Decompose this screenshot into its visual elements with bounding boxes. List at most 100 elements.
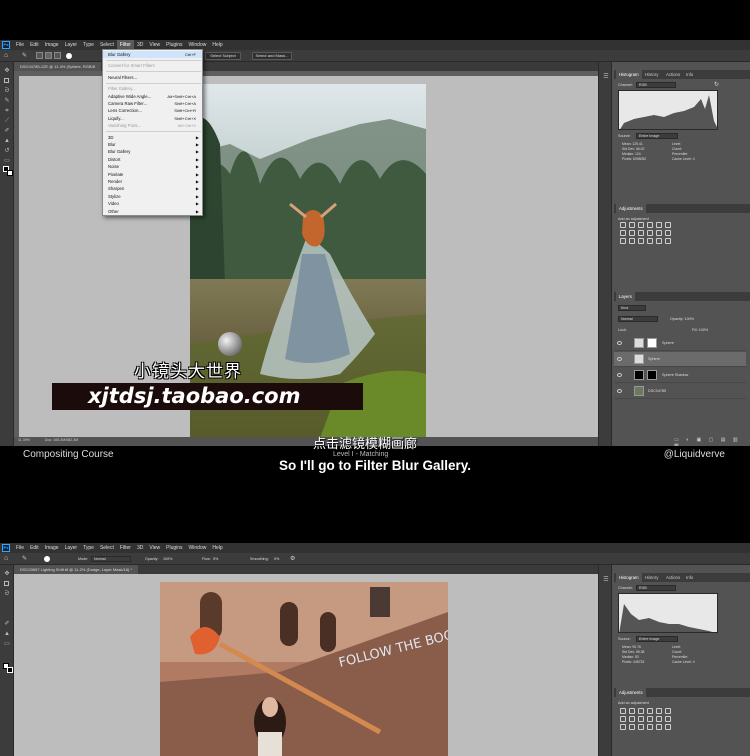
filter-menu-item[interactable]: Convert for Smart Filters <box>103 62 202 69</box>
eraser-tool-icon[interactable]: ▭ <box>4 641 10 647</box>
filter-menu-item[interactable]: 3D ▶ <box>103 134 202 141</box>
opacity-value[interactable]: 100% <box>163 557 172 561</box>
adjustment-icon[interactable] <box>629 724 635 730</box>
layer-row[interactable]: Sphere Shadow <box>614 368 746 383</box>
menu-item-edit[interactable]: Edit <box>27 40 42 50</box>
document-tab[interactable]: DSC03657 Lighting Shift.tif @ 11.2% (Dod… <box>14 565 139 574</box>
select-subject-button[interactable]: Select Subject <box>205 52 241 60</box>
adjustment-icon[interactable] <box>647 708 653 714</box>
adjustment-icon[interactable] <box>620 222 626 228</box>
adjustment-icon[interactable] <box>638 238 644 244</box>
menu-item-image[interactable]: Image <box>42 543 62 553</box>
adjustment-icon[interactable] <box>620 230 626 236</box>
filter-menu-item[interactable]: Liquify... Shift+Ctrl+X <box>103 115 202 122</box>
adjustment-icon[interactable] <box>638 230 644 236</box>
adjustment-icon[interactable] <box>647 222 653 228</box>
filter-menu-item[interactable]: Filter Gallery... <box>103 85 202 92</box>
home-icon[interactable]: ⌂ <box>4 555 11 562</box>
menu-item-3d[interactable]: 3D <box>134 543 146 553</box>
adjustment-icon[interactable] <box>656 238 662 244</box>
smoothing-value[interactable]: 0% <box>274 557 279 561</box>
menu-item-help[interactable]: Help <box>209 40 225 50</box>
background-color-swatch[interactable] <box>7 667 13 673</box>
kind-filter-select[interactable]: Kind <box>618 305 646 311</box>
dodge-tool-icon[interactable]: ✎ <box>22 555 27 562</box>
adjustment-icon[interactable] <box>647 724 653 730</box>
adjustment-icon[interactable] <box>656 222 662 228</box>
source-select[interactable]: Entire Image <box>636 636 678 642</box>
eye-icon[interactable] <box>617 373 622 377</box>
brush-preview-icon[interactable] <box>66 53 72 59</box>
stamp-tool-icon[interactable]: ▲ <box>4 631 10 637</box>
menu-item-plugins[interactable]: Plugins <box>163 543 185 553</box>
source-select[interactable]: Entire Image <box>636 133 678 139</box>
opacity-field[interactable]: Opacity: 100% <box>670 317 694 321</box>
tab-history[interactable]: History <box>645 573 658 582</box>
select-and-mask-button[interactable]: Select and Mask... <box>252 52 292 60</box>
channel-select[interactable]: RGB <box>636 82 676 88</box>
tab-histogram[interactable]: Histogram <box>616 70 642 79</box>
menu-item-file[interactable]: File <box>13 40 27 50</box>
menu-item-image[interactable]: Image <box>42 40 62 50</box>
adjustment-icon[interactable] <box>620 708 626 714</box>
refresh-icon[interactable]: ↻ <box>714 81 719 88</box>
adjustment-icon[interactable] <box>629 708 635 714</box>
lasso-tool-icon[interactable]: ᘐ <box>4 88 10 94</box>
filter-menu-item[interactable]: Camera Raw Filter... Shift+Ctrl+A <box>103 100 202 107</box>
adjustment-icon[interactable] <box>647 230 653 236</box>
marquee-tool-icon[interactable] <box>4 78 9 83</box>
eyedropper-tool-icon[interactable]: ⟋ <box>4 118 10 124</box>
filter-menu-item[interactable]: Neural Filters... <box>103 74 202 81</box>
quick-selection-tool-icon[interactable]: ✎ <box>4 98 10 104</box>
filter-menu-item[interactable]: Vanishing Point... Alt+Ctrl+V <box>103 122 202 129</box>
eye-icon[interactable] <box>617 357 622 361</box>
menu-item-type[interactable]: Type <box>80 543 97 553</box>
filter-menu-item[interactable]: Blur ▶ <box>103 141 202 148</box>
adjustment-icon[interactable] <box>656 708 662 714</box>
filter-menu-item[interactable]: Blur Gallery Ctrl+F <box>103 51 202 59</box>
adjustment-icon[interactable] <box>665 238 671 244</box>
adjustment-icon[interactable] <box>638 716 644 722</box>
layer-row[interactable]: DSC04785 <box>614 384 746 399</box>
document-tab[interactable]: DSC04785-12E @ 11.4% (Sphere, RGB/8 <box>14 62 101 71</box>
mode-select[interactable]: Normal <box>91 556 131 562</box>
adjustment-icon[interactable] <box>629 716 635 722</box>
layers-title[interactable]: Layers <box>616 292 635 301</box>
brush-preview-icon[interactable] <box>44 556 50 562</box>
quick-select-tool-icon[interactable]: ✎ <box>22 52 30 60</box>
properties-icon[interactable]: ☰ <box>603 577 609 583</box>
menu-item-layer[interactable]: Layer <box>62 543 81 553</box>
adjustment-icon[interactable] <box>665 716 671 722</box>
tab-info[interactable]: Info <box>686 573 693 582</box>
tab-info[interactable]: Info <box>686 70 693 79</box>
filter-menu-item[interactable]: Blur Gallery ▶ <box>103 148 202 155</box>
eraser-tool-icon[interactable]: ▭ <box>4 158 10 164</box>
filter-menu-item[interactable]: Noise ▶ <box>103 163 202 170</box>
adjustment-icon[interactable] <box>665 222 671 228</box>
filter-menu-item[interactable]: Sharpen ▶ <box>103 185 202 192</box>
fill-field[interactable]: Fill: 100% <box>692 328 708 332</box>
tab-histogram[interactable]: Histogram <box>616 573 642 582</box>
filter-menu-item[interactable]: Adaptive Wide Angle... Alt+Shift+Ctrl+A <box>103 93 202 100</box>
adjustment-icon[interactable] <box>665 708 671 714</box>
stamp-tool-icon[interactable]: ▲ <box>4 138 10 144</box>
filter-menu-item[interactable]: Pixelate ▶ <box>103 171 202 178</box>
menu-item-file[interactable]: File <box>13 543 27 553</box>
tab-actions[interactable]: Actions <box>666 70 680 79</box>
filter-menu-item[interactable]: Lens Correction... Shift+Ctrl+R <box>103 107 202 114</box>
canvas-area[interactable]: FOLLOW THE BOO STEP FLI <box>14 574 598 756</box>
brush-tool-icon[interactable]: ✐ <box>4 128 10 134</box>
menu-item-layer[interactable]: Layer <box>62 40 81 50</box>
lasso-tool-icon[interactable]: ᘐ <box>4 591 10 597</box>
brush-mode-new-icon[interactable] <box>36 52 43 59</box>
adjustment-icon[interactable] <box>656 724 662 730</box>
menu-item-filter[interactable]: Filter <box>117 543 134 553</box>
brush-mode-subtract-icon[interactable] <box>54 52 61 59</box>
zoom-level[interactable]: 11.39% <box>18 438 30 442</box>
menu-item-view[interactable]: View <box>146 543 163 553</box>
adjustment-icon[interactable] <box>629 222 635 228</box>
menu-item-window[interactable]: Window <box>186 543 210 553</box>
adjustment-icon[interactable] <box>656 716 662 722</box>
menu-item-edit[interactable]: Edit <box>27 543 42 553</box>
filter-menu-item[interactable]: Stylize ▶ <box>103 193 202 200</box>
